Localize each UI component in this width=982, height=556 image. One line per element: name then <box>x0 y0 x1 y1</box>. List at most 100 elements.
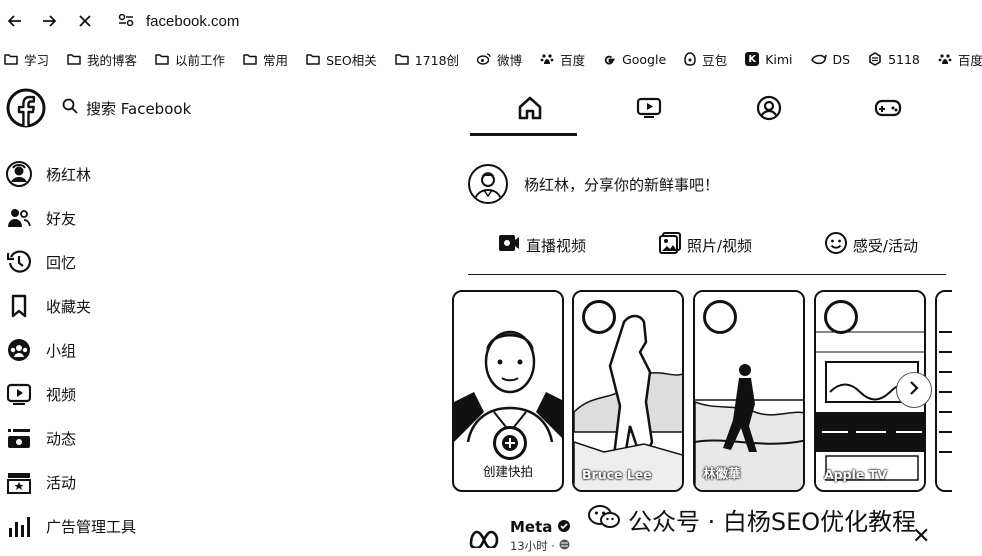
sidebar-item-label: 视频 <box>46 385 77 404</box>
bookmark-label: 1718创 <box>414 52 460 68</box>
folder-icon <box>4 53 18 65</box>
bookmark-item[interactable]: K Kimi <box>745 52 793 67</box>
back-icon[interactable] <box>2 8 28 34</box>
avatar[interactable] <box>468 164 508 204</box>
sidebar-item-ads-manager[interactable]: 广告管理工具 <box>0 504 320 548</box>
bookmark-label: 学习 <box>24 52 50 68</box>
bookmark-label: Google <box>622 51 667 67</box>
search-bar[interactable]: 搜索 Facebook <box>62 94 191 122</box>
forward-icon[interactable] <box>36 8 62 34</box>
home-icon <box>517 95 543 125</box>
sidebar-item-friends[interactable]: 好友 <box>0 196 320 240</box>
folder-icon <box>306 53 320 65</box>
events-icon <box>6 469 32 495</box>
address-bar[interactable]: facebook.com <box>118 10 239 32</box>
bookmark-item[interactable]: 我的博客 <box>67 50 137 69</box>
bookmark-item[interactable]: 百度 <box>540 50 585 69</box>
tab-home[interactable] <box>470 84 590 136</box>
story-photo <box>454 292 562 443</box>
bookmark-item[interactable]: DS <box>810 52 850 67</box>
bookmark-item[interactable]: 微博 <box>477 50 522 69</box>
bookmark-label: 百度 <box>560 52 586 68</box>
bookmark-item[interactable]: 常用 <box>243 50 288 69</box>
story-author: Apple TV <box>824 467 887 482</box>
tab-profile[interactable] <box>709 84 829 136</box>
feeds-icon <box>6 425 32 451</box>
chevron-right-icon <box>908 380 920 401</box>
bookmark-item[interactable]: SEO相关 <box>306 50 377 69</box>
sidebar-item-feeds[interactable]: 动态 <box>0 416 320 460</box>
create-story-card[interactable]: 创建快拍 <box>452 290 564 492</box>
bookmark-item[interactable]: 5118 <box>868 52 920 67</box>
sidebar-item-label: 广告管理工具 <box>46 517 137 536</box>
bookmark-label: 微博 <box>497 52 523 68</box>
close-icon[interactable]: ✕ <box>912 524 930 549</box>
sidebar-item-events[interactable]: 活动 <box>0 460 320 504</box>
sidebar-item-label: 小组 <box>46 341 77 360</box>
bookmark-item[interactable]: 学习 <box>4 50 49 69</box>
photo-video-button[interactable]: 照片/视频 <box>658 232 752 258</box>
bookmark-label: 5118 <box>888 51 920 67</box>
bookmark-item[interactable]: Google <box>603 52 666 67</box>
live-video-icon <box>498 233 520 257</box>
facebook-logo-icon[interactable] <box>6 88 46 128</box>
sidebar-item-saved[interactable]: 收藏夹 <box>0 284 320 328</box>
ads-chart-icon <box>6 513 32 539</box>
sidebar-item-groups[interactable]: 小组 <box>0 328 320 372</box>
story-avatar <box>582 300 616 334</box>
feeling-activity-button[interactable]: 感受/活动 <box>824 232 918 258</box>
groups-icon <box>6 337 32 363</box>
post-composer: 杨红林，分享你的新鲜事吧！ 直播视频 照片/视频 感受/活动 <box>468 160 948 275</box>
sidebar-item-memories[interactable]: 回忆 <box>0 240 320 284</box>
story-author: Bruce Lee <box>582 467 652 482</box>
main-tabs <box>470 84 948 136</box>
post-timestamp[interactable]: 13小时 · <box>510 538 570 554</box>
url-text[interactable]: facebook.com <box>146 13 239 30</box>
story-card[interactable]: 林徽華 <box>693 290 805 492</box>
wechat-watermark: 公众号 · 白杨SEO优化教程 <box>588 502 916 537</box>
video-tv-icon <box>636 96 662 124</box>
tab-gaming[interactable] <box>829 84 949 136</box>
stop-icon[interactable] <box>72 8 98 34</box>
bookmark-item[interactable]: 豆包 <box>684 50 727 69</box>
bookmark-item[interactable]: 1718创 <box>394 50 460 69</box>
sidebar-item-label: 回忆 <box>46 253 77 272</box>
site-settings-icon[interactable] <box>118 12 134 31</box>
folder-icon <box>155 53 169 65</box>
post-header: Meta 13小时 · <box>468 518 571 556</box>
bookmark-item[interactable]: 百度 <box>938 50 982 69</box>
search-icon <box>62 98 78 118</box>
story-photo <box>937 292 952 490</box>
tab-video[interactable] <box>590 84 710 136</box>
video-icon <box>6 381 32 407</box>
bookmark-label: 以前工作 <box>175 52 226 68</box>
sidebar-item-profile[interactable]: 杨红林 <box>0 152 320 196</box>
watermark-text: 公众号 · 白杨SEO优化教程 <box>628 508 917 536</box>
post-author[interactable]: Meta <box>510 518 571 536</box>
photo-icon <box>658 232 681 258</box>
bookmark-label: 豆包 <box>702 52 728 68</box>
folder-icon <box>67 53 81 65</box>
story-author: 林徽華 <box>703 466 741 481</box>
memories-clock-icon <box>6 249 32 275</box>
folder-icon <box>394 53 409 65</box>
composer-input[interactable]: 杨红林，分享你的新鲜事吧！ <box>524 174 719 195</box>
sidebar-item-video[interactable]: 视频 <box>0 372 320 416</box>
bookmark-item[interactable]: 以前工作 <box>155 50 225 69</box>
post-time-text: 13小时 · <box>510 539 555 553</box>
story-card[interactable]: Bruce Lee <box>572 290 684 492</box>
friends-icon <box>6 205 32 231</box>
post-author-name[interactable]: Meta <box>510 518 552 536</box>
create-story-plus-icon[interactable] <box>493 426 527 460</box>
search-input[interactable]: 搜索 Facebook <box>86 98 191 119</box>
meta-logo-icon[interactable] <box>468 528 500 552</box>
baidu-paw-icon <box>540 52 554 66</box>
bookmarks-bar: 学习 我的博客 以前工作 常用 SEO相关 1718创 微博 百度 Google 豆包 K Kimi D… <box>0 44 982 74</box>
stories-next-button[interactable] <box>896 372 932 408</box>
story-card[interactable] <box>935 290 952 492</box>
live-video-button[interactable]: 直播视频 <box>498 232 586 258</box>
story-avatar <box>703 300 737 334</box>
google-g-icon <box>603 53 616 66</box>
sidebar-item-label: 好友 <box>46 209 77 228</box>
photo-video-label: 照片/视频 <box>686 236 752 255</box>
